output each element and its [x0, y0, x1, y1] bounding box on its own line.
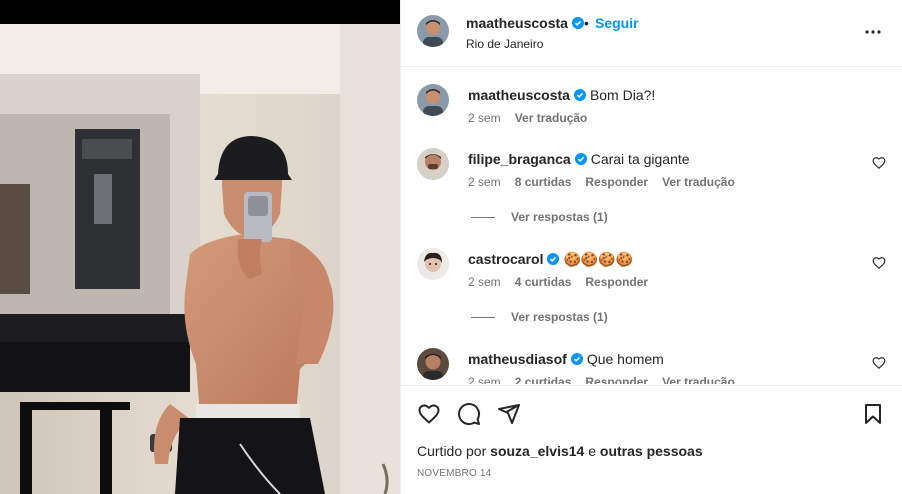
reply-button[interactable]: Responder: [585, 375, 648, 384]
comment-meta: 2 sem 2 curtidas Responder Ver tradução: [468, 375, 749, 384]
commenter-avatar[interactable]: [417, 348, 449, 380]
bookmark-icon[interactable]: [861, 402, 885, 426]
comment-time[interactable]: 2 sem: [468, 111, 501, 125]
more-options-icon[interactable]: [861, 22, 885, 42]
comment-username[interactable]: castrocarol 🍪🍪🍪🍪: [468, 251, 633, 268]
header-separator: •: [584, 15, 589, 31]
comment-icon[interactable]: [457, 402, 481, 426]
comment-text: Que homem: [586, 351, 664, 367]
post-date[interactable]: NOVEMBRO 14: [417, 468, 491, 479]
comments-list[interactable]: maatheuscosta Bom Dia?! 2 sem Ver tradução…: [401, 68, 902, 384]
comment-meta: 2 sem 8 curtidas Responder Ver tradução: [468, 175, 749, 189]
post-photo[interactable]: [0, 24, 400, 494]
follow-button[interactable]: Seguir: [595, 15, 639, 31]
verified-badge-icon: [571, 17, 584, 29]
post-details-panel: maatheuscosta • Seguir Rio de Janeiro ma…: [400, 0, 902, 494]
see-translation-button[interactable]: Ver tradução: [662, 175, 735, 189]
comment-like-count[interactable]: 8 curtidas: [515, 175, 572, 189]
comment-time[interactable]: 2 sem: [468, 175, 501, 189]
liked-by-others-link[interactable]: outras pessoas: [600, 443, 703, 459]
commenter-avatar[interactable]: [417, 248, 449, 280]
reply-button[interactable]: Responder: [585, 175, 648, 189]
verified-badge-icon: [547, 253, 560, 265]
verified-badge-icon: [573, 89, 586, 101]
comment-username[interactable]: filipe_braganca Carai ta gigante: [468, 151, 690, 167]
post-header: maatheuscosta • Seguir Rio de Janeiro: [401, 0, 902, 67]
author-avatar[interactable]: [417, 15, 449, 47]
comment-time[interactable]: 2 sem: [468, 375, 501, 384]
liked-by-username[interactable]: souza_elvis14: [490, 443, 584, 459]
share-icon[interactable]: [497, 402, 521, 426]
comment-like-count[interactable]: 2 curtidas: [515, 375, 572, 384]
comment-text: 🍪🍪🍪🍪: [563, 251, 634, 267]
comment-username[interactable]: matheusdiasof Que homem: [468, 351, 664, 367]
comment-like-heart-icon[interactable]: [872, 156, 886, 170]
replies-divider: [471, 217, 495, 219]
view-replies-button[interactable]: Ver respostas (1): [471, 210, 608, 224]
post-photo-pane: [0, 0, 400, 494]
comment-like-heart-icon[interactable]: [872, 256, 886, 270]
post-actions-section: Curtido por souza_elvis14 e outras pesso…: [401, 385, 902, 494]
see-translation-button[interactable]: Ver tradução: [515, 111, 588, 125]
comment-meta: 2 sem 4 curtidas Responder: [468, 275, 662, 289]
location-link[interactable]: Rio de Janeiro: [466, 37, 543, 51]
comment-text: Carai ta gigante: [590, 151, 690, 167]
likes-summary[interactable]: Curtido por souza_elvis14 e outras pesso…: [417, 443, 703, 459]
commenter-avatar[interactable]: [417, 148, 449, 180]
commenter-avatar[interactable]: [417, 84, 449, 116]
comment-like-heart-icon[interactable]: [872, 356, 886, 370]
comment-like-count[interactable]: 4 curtidas: [515, 275, 572, 289]
view-replies-button[interactable]: Ver respostas (1): [471, 310, 608, 324]
comment-username[interactable]: maatheuscosta Bom Dia?!: [468, 87, 655, 103]
comment-text: Bom Dia?!: [589, 87, 656, 103]
reply-button[interactable]: Responder: [585, 275, 648, 289]
author-username-link[interactable]: maatheuscosta: [466, 15, 584, 31]
replies-divider: [471, 317, 495, 319]
instagram-post-modal: maatheuscosta • Seguir Rio de Janeiro ma…: [0, 0, 902, 494]
comment-time[interactable]: 2 sem: [468, 275, 501, 289]
verified-badge-icon: [574, 153, 587, 165]
heart-icon[interactable]: [417, 402, 441, 426]
see-translation-button[interactable]: Ver tradução: [662, 375, 735, 384]
verified-badge-icon: [570, 353, 583, 365]
comment-meta: 2 sem Ver tradução: [468, 111, 601, 125]
